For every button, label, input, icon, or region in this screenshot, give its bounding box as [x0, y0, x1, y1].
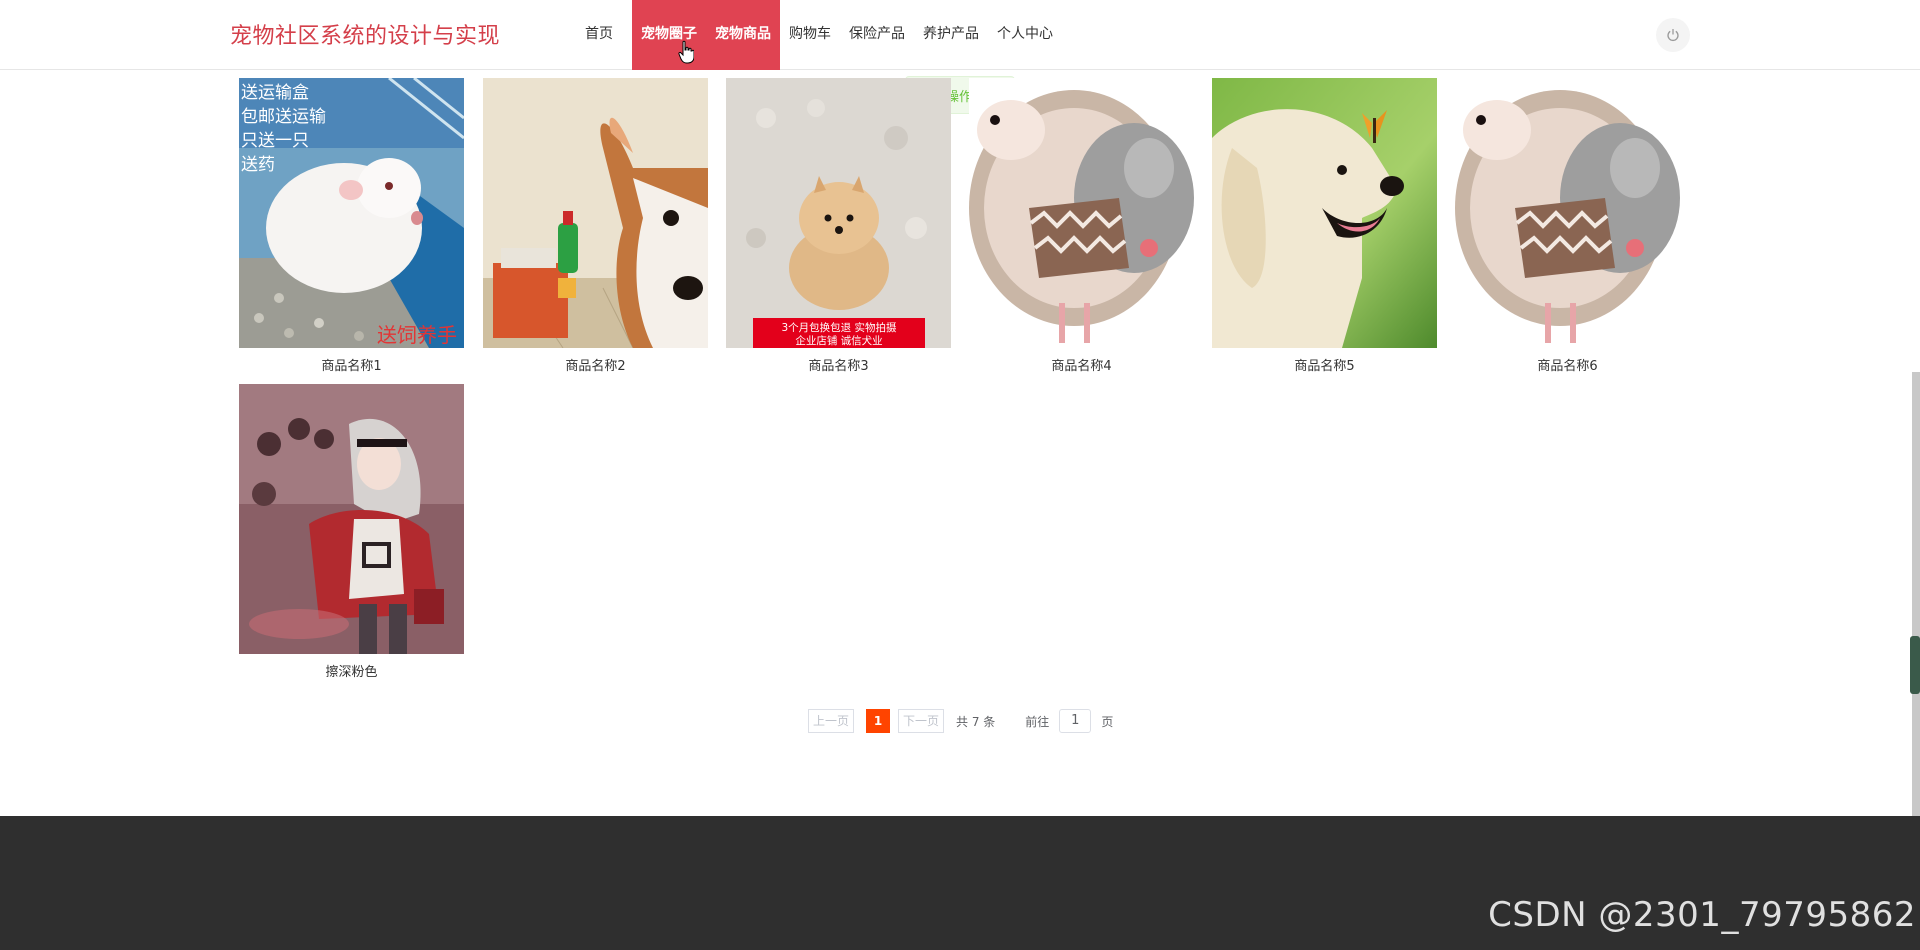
- product-card[interactable]: 擦深粉色: [239, 384, 464, 680]
- svg-text:送药: 送药: [241, 155, 275, 175]
- svg-text:送运输盒: 送运输盒: [241, 83, 309, 103]
- product-name[interactable]: 商品名称4: [969, 355, 1194, 374]
- product-name[interactable]: 擦深粉色: [239, 661, 464, 680]
- product-card[interactable]: 3个月包换包退 实物拍摄 企业店铺 诚信犬业 商品名称3: [726, 78, 951, 374]
- nav-insurance[interactable]: 保险产品: [840, 0, 914, 70]
- watermark-text: CSDN @2301_79795862: [1488, 895, 1916, 935]
- svg-text:包邮送运输: 包邮送运输: [241, 107, 326, 127]
- product-name[interactable]: 商品名称6: [1455, 355, 1680, 374]
- svg-text:企业店铺 诚信犬业: 企业店铺 诚信犬业: [795, 334, 882, 347]
- product-image-hamster[interactable]: 送运输盒 包邮送运输 只送一只 送药 送饲养手: [239, 78, 464, 348]
- product-card[interactable]: 送运输盒 包邮送运输 只送一只 送药 送饲养手 商品名称1: [239, 78, 464, 374]
- svg-text:只送一只: 只送一只: [241, 131, 309, 151]
- nav-pet-circle[interactable]: 宠物圈子: [632, 0, 706, 70]
- total-count: 共 7 条: [956, 714, 996, 729]
- product-card[interactable]: 商品名称5: [1212, 78, 1437, 374]
- product-image-corgi[interactable]: [483, 78, 708, 348]
- nav-pet-products[interactable]: 宠物商品: [706, 0, 780, 70]
- power-icon: [1667, 29, 1679, 42]
- main-nav: 首页 宠物圈子 宠物商品 购物车 保险产品 养护产品 个人中心: [576, 0, 1062, 70]
- product-card[interactable]: 商品名称6: [1455, 78, 1680, 374]
- site-logo[interactable]: 宠物社区系统的设计与实现: [230, 18, 500, 50]
- svg-text:3个月包换包退 实物拍摄: 3个月包换包退 实物拍摄: [781, 321, 897, 334]
- product-image-hedgehog[interactable]: [969, 78, 1194, 348]
- goto-label: 前往: [1025, 714, 1050, 729]
- next-page-button[interactable]: 下一页: [898, 709, 945, 733]
- logout-button[interactable]: [1656, 18, 1690, 52]
- scrollbar-handle[interactable]: [1910, 636, 1920, 694]
- page-number-current[interactable]: 1: [866, 709, 891, 733]
- product-image-anime-girl[interactable]: [239, 384, 464, 654]
- nav-care-products[interactable]: 养护产品: [914, 0, 988, 70]
- product-name[interactable]: 商品名称1: [239, 355, 464, 374]
- product-name[interactable]: 商品名称5: [1212, 355, 1437, 374]
- scrollbar-track[interactable]: [1912, 372, 1920, 816]
- top-header: 宠物社区系统的设计与实现 首页 宠物圈子 宠物商品 购物车 保险产品 养护产品 …: [0, 0, 1920, 70]
- prev-page-button[interactable]: 上一页: [808, 709, 855, 733]
- pagination: 上一页 1 下一页 共 7 条 前往 1 页: [808, 709, 1113, 733]
- nav-personal-center[interactable]: 个人中心: [988, 0, 1062, 70]
- product-image-retriever[interactable]: [1212, 78, 1437, 348]
- product-name[interactable]: 商品名称2: [483, 355, 708, 374]
- nav-home[interactable]: 首页: [576, 0, 622, 70]
- product-image-pomeranian[interactable]: 3个月包换包退 实物拍摄 企业店铺 诚信犬业: [726, 78, 951, 348]
- svg-text:送饲养手: 送饲养手: [377, 323, 457, 347]
- page-unit-label: 页: [1101, 714, 1114, 729]
- product-image-hedgehog[interactable]: [1455, 78, 1680, 348]
- product-name[interactable]: 商品名称3: [726, 355, 951, 374]
- nav-cart[interactable]: 购物车: [780, 0, 840, 70]
- product-card[interactable]: 商品名称2: [483, 78, 708, 374]
- product-card[interactable]: 商品名称4: [969, 78, 1194, 374]
- page-jump-input[interactable]: 1: [1059, 709, 1092, 733]
